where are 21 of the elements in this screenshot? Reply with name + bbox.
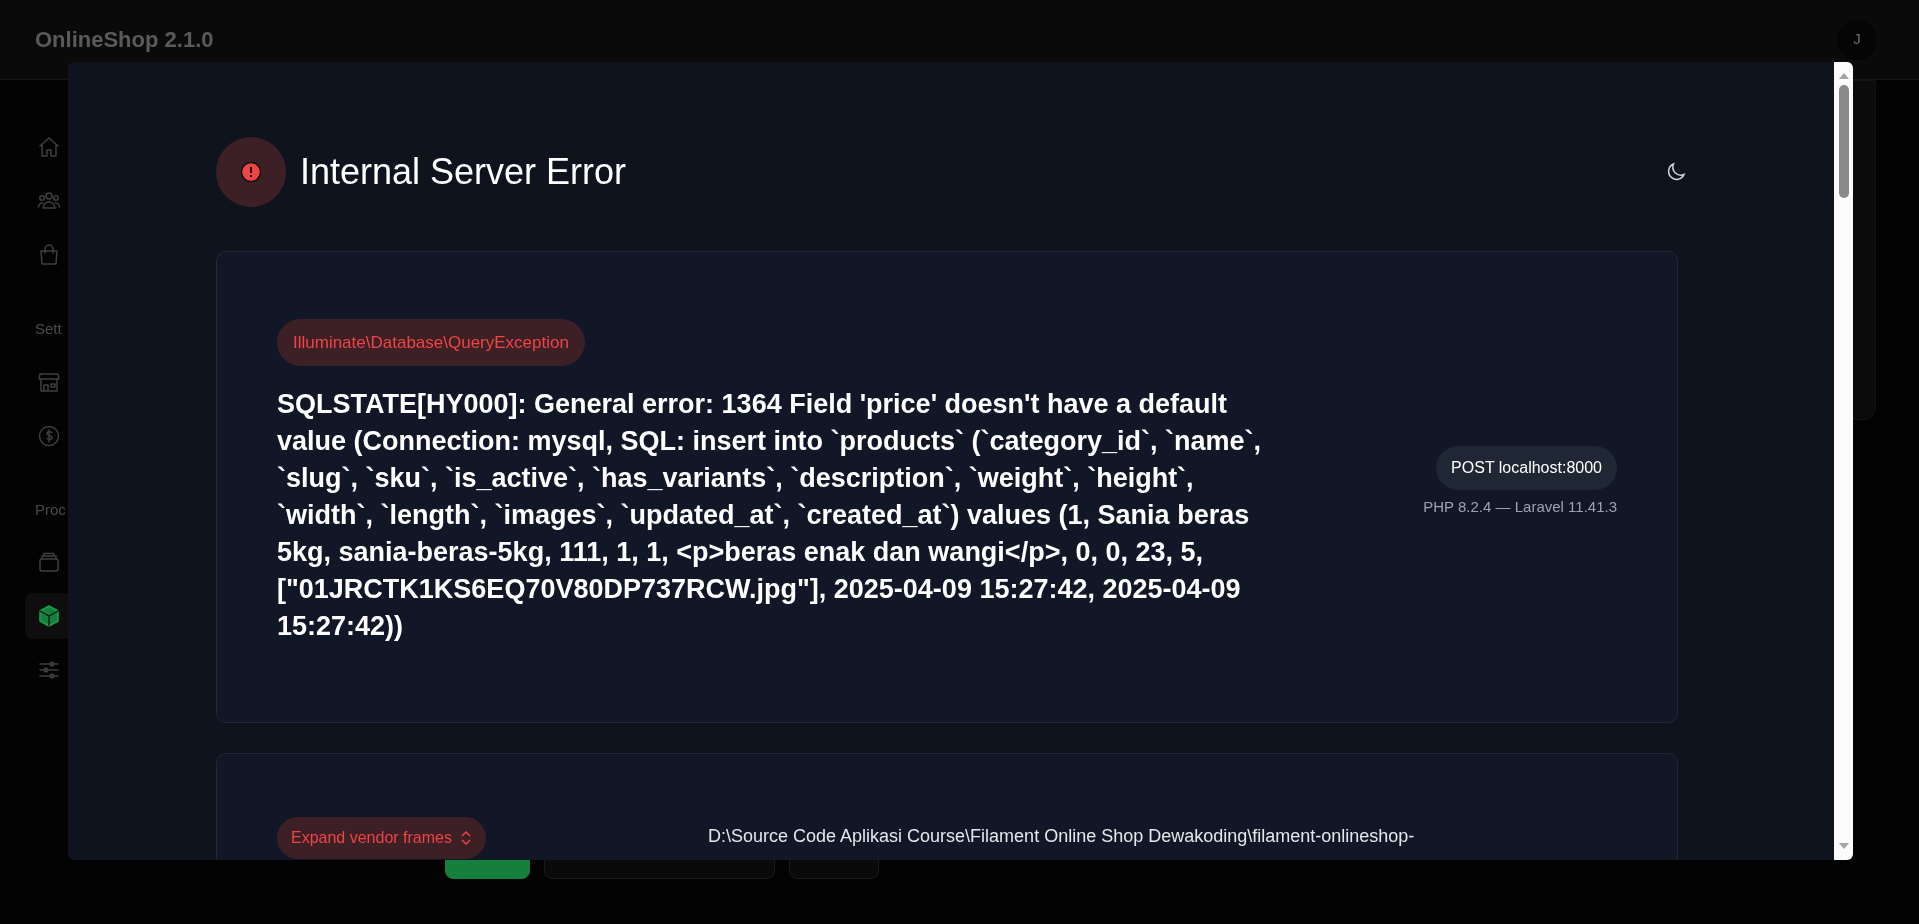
scrollbar[interactable] [1834,62,1853,860]
sidebar-group-label: Sett [34,319,63,339]
scroll-up-arrow-icon[interactable] [1837,72,1850,80]
chevron-up-down-icon [460,830,472,846]
error-message: SQLSTATE[HY000]: General error: 1364 Field 'price' doesn't have a default value (Connection: mysql, SQL: insert into `products` (`category_id`, `name`, `slug`, `sku`, `is_active`, `has_variants`, `description`, `weight`, `height`, `width`, `length`, `images`, `updated_at`, `created_at`) values (1, Sania beras 5kg, sania-beras-5kg, 111, 1, 1, <p>beras enak dan wangi</p>, 0, 0, 23, 5, ["01JRCTK1KS6EQ70V80DP737RCW.jpg"], 2025-04-09 15:27:42, 2025-04-09 15:27:42)) [277,388,1263,644]
sidebar-group-label: Proc [34,499,67,520]
scroll-thumb[interactable] [1838,85,1849,198]
shopping-bag-icon [37,243,61,267]
version-info: PHP 8.2.4 — Laravel 11.41.3 [1423,496,1617,517]
exception-class-badge: Illuminate\Database\QueryException [277,318,585,367]
error-title: Internal Server Error [300,150,627,194]
request-pill: POST localhost:8000 [1436,445,1617,490]
frame-file-path: D:\Source Code Aplikasi Course\Filament Online Shop Dewakoding\filament-onlineshop- [708,825,1415,848]
archive-icon [37,550,61,574]
home-icon [37,135,61,159]
app-title: OnlineShop 2.1.0 [35,26,214,54]
dollar-circle-icon [37,423,61,448]
scroll-down-arrow-icon[interactable] [1837,842,1850,850]
cube-icon [37,604,61,628]
expand-vendor-frames-button[interactable]: Expand vendor frames [277,817,486,859]
user-avatar[interactable]: J [1837,19,1877,60]
